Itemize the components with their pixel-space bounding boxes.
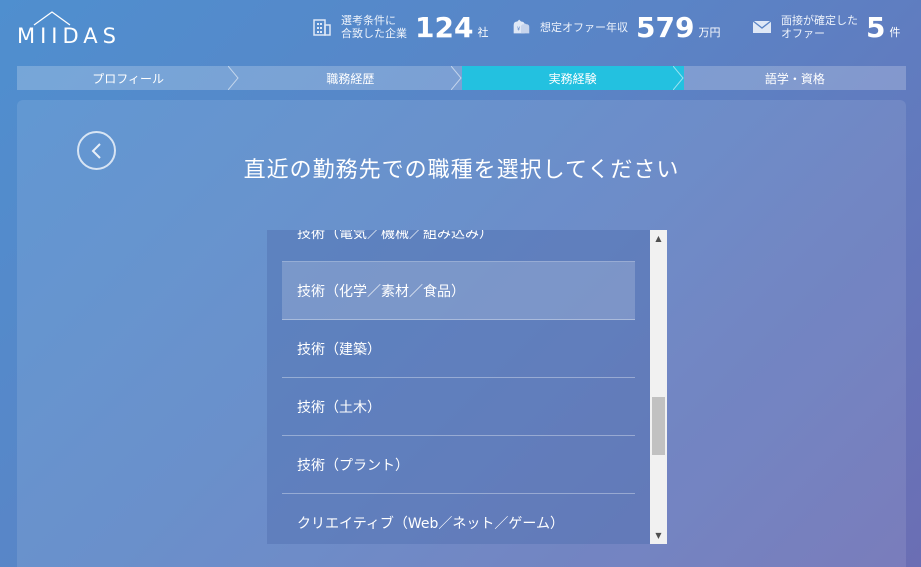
svg-text:¥: ¥ [517, 27, 521, 33]
step-label: プロフィール [92, 71, 164, 86]
option-label: クリエイティブ（Web／ネット／ゲーム） [297, 515, 564, 532]
matched-companies-label: 選考条件に 合致した企業 [341, 14, 407, 40]
confirmed-interviews-unit: 件 [889, 26, 901, 39]
header: MIIDAS 選考条件に 合致した企業 124 社 ¥ 想定オファー年収 579… [0, 0, 921, 60]
step-label: 語学・資格 [764, 71, 825, 86]
scroll-up-icon[interactable]: ▲ [650, 230, 667, 247]
step-profile[interactable]: プロフィール [17, 66, 240, 90]
scrollbar[interactable]: ▲ ▼ [650, 230, 667, 544]
list-item[interactable]: クリエイティブ（Web／ネット／ゲーム） [282, 494, 635, 544]
list-item[interactable]: 技術（電気／機械／組み込み） [282, 230, 635, 262]
list-item[interactable]: 技術（土木） [282, 378, 635, 436]
offer-salary-label: 想定オファー年収 [540, 20, 628, 34]
matched-companies-stat: 選考条件に 合致した企業 124 社 [311, 10, 488, 44]
page-title: 直近の勤務先での職種を選択してください [243, 158, 680, 183]
list-item[interactable]: 技術（プラント） [282, 436, 635, 494]
option-label: 技術（プラント） [297, 457, 409, 474]
main-card: 直近の勤務先での職種を選択してください 技術（電気／機械／組み込み） 技術（化学… [17, 100, 906, 567]
confirmed-interviews-label: 面接が確定した オファー [781, 14, 858, 40]
confirmed-interviews-stat: 面接が確定した オファー 5 件 [751, 10, 900, 44]
step-work-experience[interactable]: 実務経験 [461, 66, 684, 90]
envelope-icon [751, 16, 773, 38]
offer-salary-stat: ¥ 想定オファー年収 579 万円 [510, 10, 720, 44]
job-type-list[interactable]: 技術（電気／機械／組み込み） 技術（化学／素材／食品） 技術（建築） 技術（土木… [267, 230, 667, 544]
list-item[interactable]: 技術（建築） [282, 320, 635, 378]
offer-salary-value: 579 [636, 10, 695, 44]
step-label: 職務経歴 [326, 71, 375, 86]
progress-steps: プロフィール 職務経歴 実務経験 語学・資格 [17, 66, 906, 90]
confirmed-interviews-value: 5 [866, 10, 886, 44]
option-label: 技術（化学／素材／食品） [297, 283, 465, 300]
option-label: 技術（電気／機械／組み込み） [297, 230, 493, 242]
step-label: 実務経験 [548, 71, 597, 86]
list-item[interactable]: 技術（化学／素材／食品） [282, 262, 635, 320]
scroll-down-icon[interactable]: ▼ [650, 527, 667, 544]
matched-companies-value: 124 [415, 10, 474, 44]
step-language-qualifications[interactable]: 語学・資格 [683, 66, 906, 90]
offer-salary-unit: 万円 [698, 26, 721, 39]
logo[interactable]: MIIDAS [17, 24, 121, 48]
job-type-options: 技術（電気／機械／組み込み） 技術（化学／素材／食品） 技術（建築） 技術（土木… [282, 230, 635, 544]
option-label: 技術（建築） [297, 341, 381, 358]
step-work-history[interactable]: 職務経歴 [239, 66, 462, 90]
building-icon [311, 16, 333, 38]
option-label: 技術（土木） [297, 399, 381, 416]
matched-companies-unit: 社 [477, 26, 489, 39]
money-bag-icon: ¥ [510, 16, 532, 38]
scrollbar-thumb[interactable] [652, 397, 665, 455]
